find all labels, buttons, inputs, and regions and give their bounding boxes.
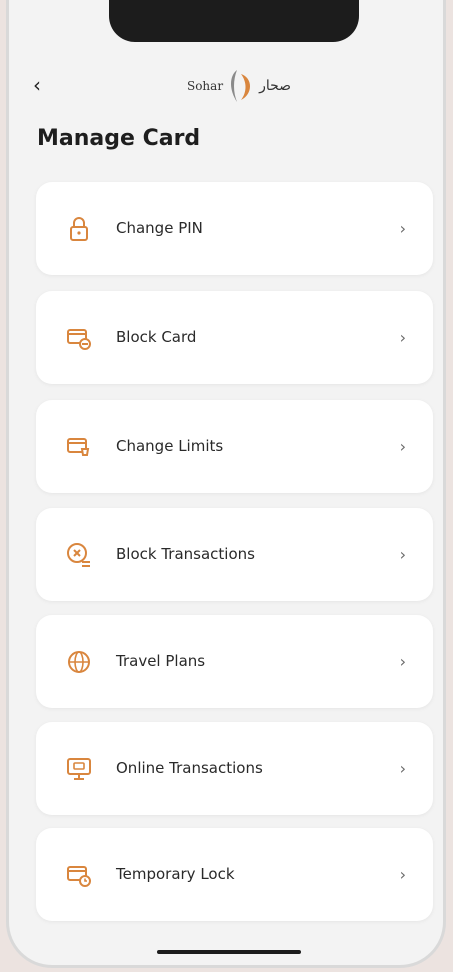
phone-frame: ‹ Sohar صحار Manage Card Change PIN › Bl… [6,0,446,968]
card-limits-icon [67,438,90,456]
chevron-right-icon: › [399,219,406,238]
logo-text-en: Sohar [186,79,224,93]
menu-item-label: Online Transactions [116,759,263,777]
lock-icon [70,217,88,241]
menu-item-label: Change PIN [116,219,203,237]
globe-icon [68,651,90,673]
menu-item-label: Block Card [116,328,197,346]
page-title: Manage Card [37,126,201,151]
home-indicator [157,950,301,954]
menu-item-temporary-lock[interactable]: Temporary Lock › [36,828,433,921]
chevron-right-icon: › [399,545,406,564]
card-clock-icon [67,866,91,887]
menu-item-block-card[interactable]: Block Card › [36,291,433,384]
menu-item-travel-plans[interactable]: Travel Plans › [36,615,433,708]
chevron-right-icon: › [399,328,406,347]
chevron-left-icon: ‹ [33,73,41,97]
menu-item-label: Travel Plans [116,652,206,670]
block-transactions-icon [67,543,90,567]
logo-text-ar: صحار [259,78,292,94]
menu-item-online-transactions[interactable]: Online Transactions › [36,722,433,815]
menu-item-change-pin[interactable]: Change PIN › [36,182,433,275]
online-transactions-icon [67,758,91,780]
chevron-right-icon: › [399,652,406,671]
menu-item-label: Block Transactions [116,545,255,563]
sohar-logo-icon [231,70,251,102]
back-button[interactable]: ‹ [33,72,53,98]
block-card-icon [67,329,91,350]
chevron-right-icon: › [399,865,406,884]
bank-logo: Sohar صحار [169,64,309,108]
menu-item-label: Temporary Lock [116,865,235,883]
chevron-right-icon: › [399,437,406,456]
notch [109,0,359,42]
menu-item-change-limits[interactable]: Change Limits › [36,400,433,493]
menu-item-block-transactions[interactable]: Block Transactions › [36,508,433,601]
chevron-right-icon: › [399,759,406,778]
menu-item-label: Change Limits [116,437,224,455]
